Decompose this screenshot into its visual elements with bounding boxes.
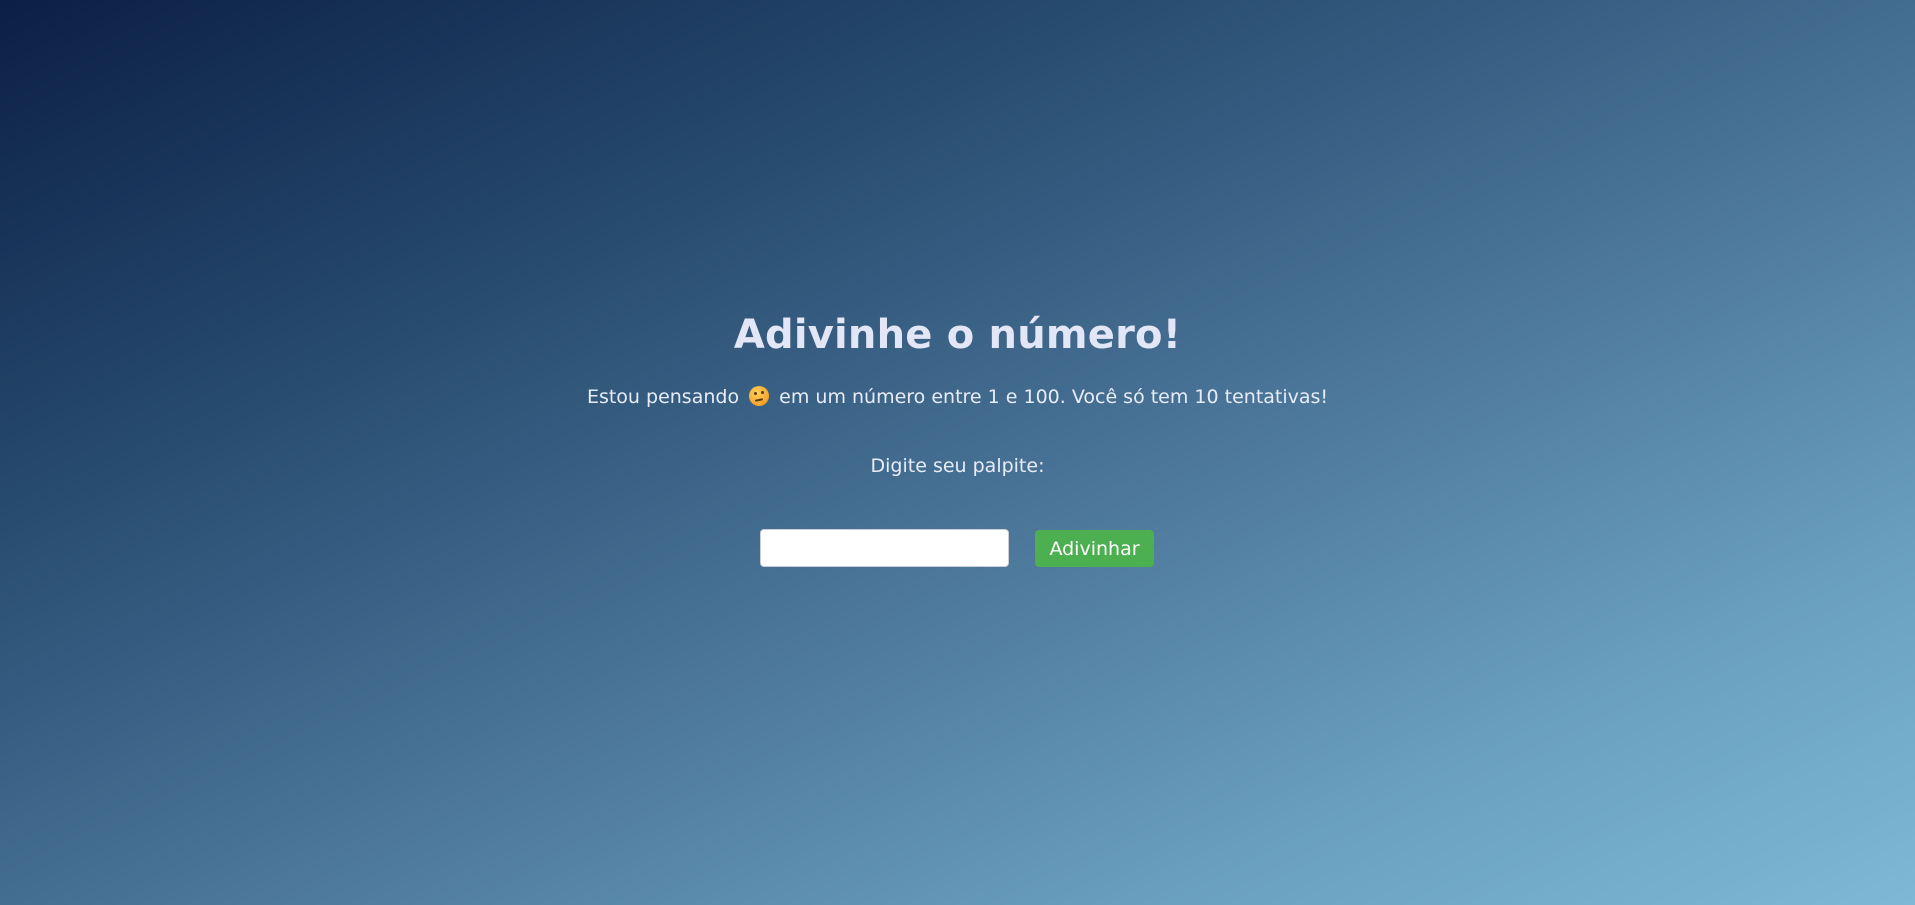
thinking-face-icon (749, 386, 770, 406)
guess-input[interactable] (760, 529, 1009, 567)
description-start: Estou pensando (586, 386, 740, 408)
guess-button[interactable]: Adivinhar (1035, 530, 1154, 567)
guess-game: Adivinhe o número! Estou pensando em um … (0, 0, 1915, 905)
page-title: Adivinhe o número! (733, 312, 1182, 358)
guess-prompt-label: Digite seu palpite: (870, 455, 1045, 477)
description-end: em um número entre 1 e 100. Você só tem … (779, 386, 1329, 408)
game-description: Estou pensando em um número entre 1 e 10… (0, 386, 1915, 408)
